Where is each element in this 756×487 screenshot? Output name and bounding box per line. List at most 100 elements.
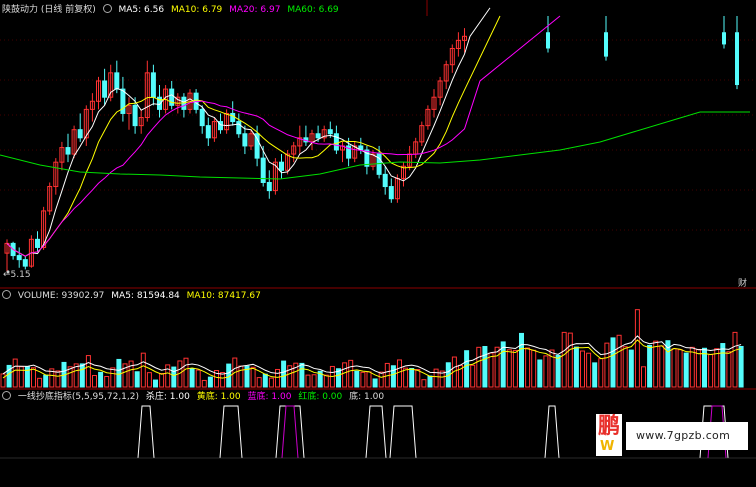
volume-bar <box>641 366 646 388</box>
volume-bar <box>305 374 311 388</box>
volume-bar <box>537 359 543 388</box>
volume-bar <box>268 377 274 388</box>
volume-bar <box>634 309 640 388</box>
volume-bar <box>153 379 158 388</box>
volume-bar <box>354 370 360 388</box>
ma60-line <box>0 111 750 180</box>
candle-body <box>327 129 333 135</box>
volume-bar <box>421 379 427 388</box>
volume-bar <box>470 364 476 388</box>
settings-circle-icon[interactable] <box>2 391 11 400</box>
candle-body <box>230 112 236 123</box>
volume-bar <box>299 362 305 388</box>
volume-bar <box>720 343 726 388</box>
volume-bar <box>55 370 61 388</box>
site-logo: 鹏 W <box>596 414 622 456</box>
candle-body <box>132 104 138 127</box>
volume-bar <box>390 365 396 388</box>
signal-spike <box>365 405 387 459</box>
volume-panel[interactable] <box>0 309 744 388</box>
volume-bar <box>104 375 110 388</box>
candle-body <box>266 181 272 192</box>
volume-bar <box>586 352 592 388</box>
candle-body <box>35 238 40 248</box>
volume-bar <box>482 346 488 388</box>
indicator-name: 一线抄底指标(5,5,95,72,1,2) <box>17 392 140 402</box>
volume-bar <box>580 350 585 388</box>
chart-canvas[interactable] <box>0 0 756 487</box>
volume-bar <box>98 371 104 388</box>
signal-spike <box>389 405 417 459</box>
volume-bar <box>128 360 134 388</box>
signal-spike <box>281 405 299 459</box>
candle-body <box>722 32 726 45</box>
volume-bar <box>598 358 604 388</box>
volume-bar <box>610 337 616 388</box>
volume-bar <box>116 358 122 388</box>
volume-bar <box>0 373 6 388</box>
candle-body <box>65 147 71 155</box>
signal-spike <box>275 405 305 459</box>
candle-body <box>205 125 211 139</box>
volume-bar <box>488 352 494 388</box>
candle-body <box>279 161 284 171</box>
ma60-label: MA60: 6.69 <box>287 5 339 15</box>
candle-body <box>382 173 388 188</box>
price-panel[interactable] <box>0 7 750 274</box>
volume-bar <box>519 332 524 388</box>
volume-bar <box>592 362 598 388</box>
volume-bar <box>207 376 213 388</box>
candle-body <box>199 108 205 127</box>
candle-body <box>735 32 739 86</box>
volume-bar <box>567 332 573 388</box>
settings-circle-icon[interactable] <box>102 4 112 13</box>
volume-bar <box>659 345 665 388</box>
bottom-label: 底: 1.00 <box>349 392 385 402</box>
volume-label: VOLUME: 93902.97 <box>17 291 105 301</box>
volume-bar <box>262 373 268 388</box>
yellow-bottom-label: 黄底: 1.00 <box>196 392 241 402</box>
blue-bottom-label: 蓝底: 1.00 <box>247 392 292 402</box>
volume-bar <box>201 379 207 388</box>
volume-bar <box>726 351 732 388</box>
volume-bar <box>403 367 409 388</box>
volume-bar <box>512 349 518 388</box>
volume-bar <box>134 371 140 388</box>
settings-circle-icon[interactable] <box>2 290 11 299</box>
volume-bar <box>140 352 146 388</box>
volume-bar <box>250 366 256 388</box>
kill-label: 杀庄: 1.00 <box>145 392 190 402</box>
volume-bar <box>366 371 372 388</box>
volume-bar <box>543 355 549 388</box>
volume-bar <box>12 358 18 388</box>
finance-tag[interactable]: 财 <box>738 276 747 289</box>
volume-bar <box>31 367 36 388</box>
volume-ma5-label: MA5: 81594.84 <box>111 291 180 301</box>
volume-bar <box>372 378 378 388</box>
volume-bar <box>531 349 537 388</box>
volume-bar <box>628 349 634 388</box>
volume-bar <box>275 368 280 388</box>
volume-bar <box>708 354 714 388</box>
candle-body <box>236 121 242 135</box>
volume-bar <box>220 371 226 388</box>
logo-char-1: 鹏 <box>598 414 621 439</box>
price-legend: 陕鼓动力 (日线 前复权) MA5: 6.56 MA10: 6.79 MA20:… <box>2 4 343 16</box>
volume-bar <box>281 360 287 388</box>
volume-bar <box>110 367 116 388</box>
volume-bar <box>506 349 512 388</box>
logo-char-2: W <box>600 439 615 454</box>
volume-bar <box>159 373 165 388</box>
volume-bar <box>494 346 500 388</box>
ma20-line <box>6 15 561 257</box>
volume-bar <box>653 340 659 388</box>
volume-bar <box>92 374 97 388</box>
volume-bar <box>714 348 720 388</box>
ma10-label: MA10: 6.79 <box>170 5 223 15</box>
volume-bar <box>256 377 262 388</box>
volume-bar <box>683 352 689 388</box>
signal-spike <box>544 405 560 459</box>
volume-bar <box>464 350 470 388</box>
volume-bar <box>415 369 421 388</box>
watermark-url: www.7gpzb.com <box>636 429 731 442</box>
